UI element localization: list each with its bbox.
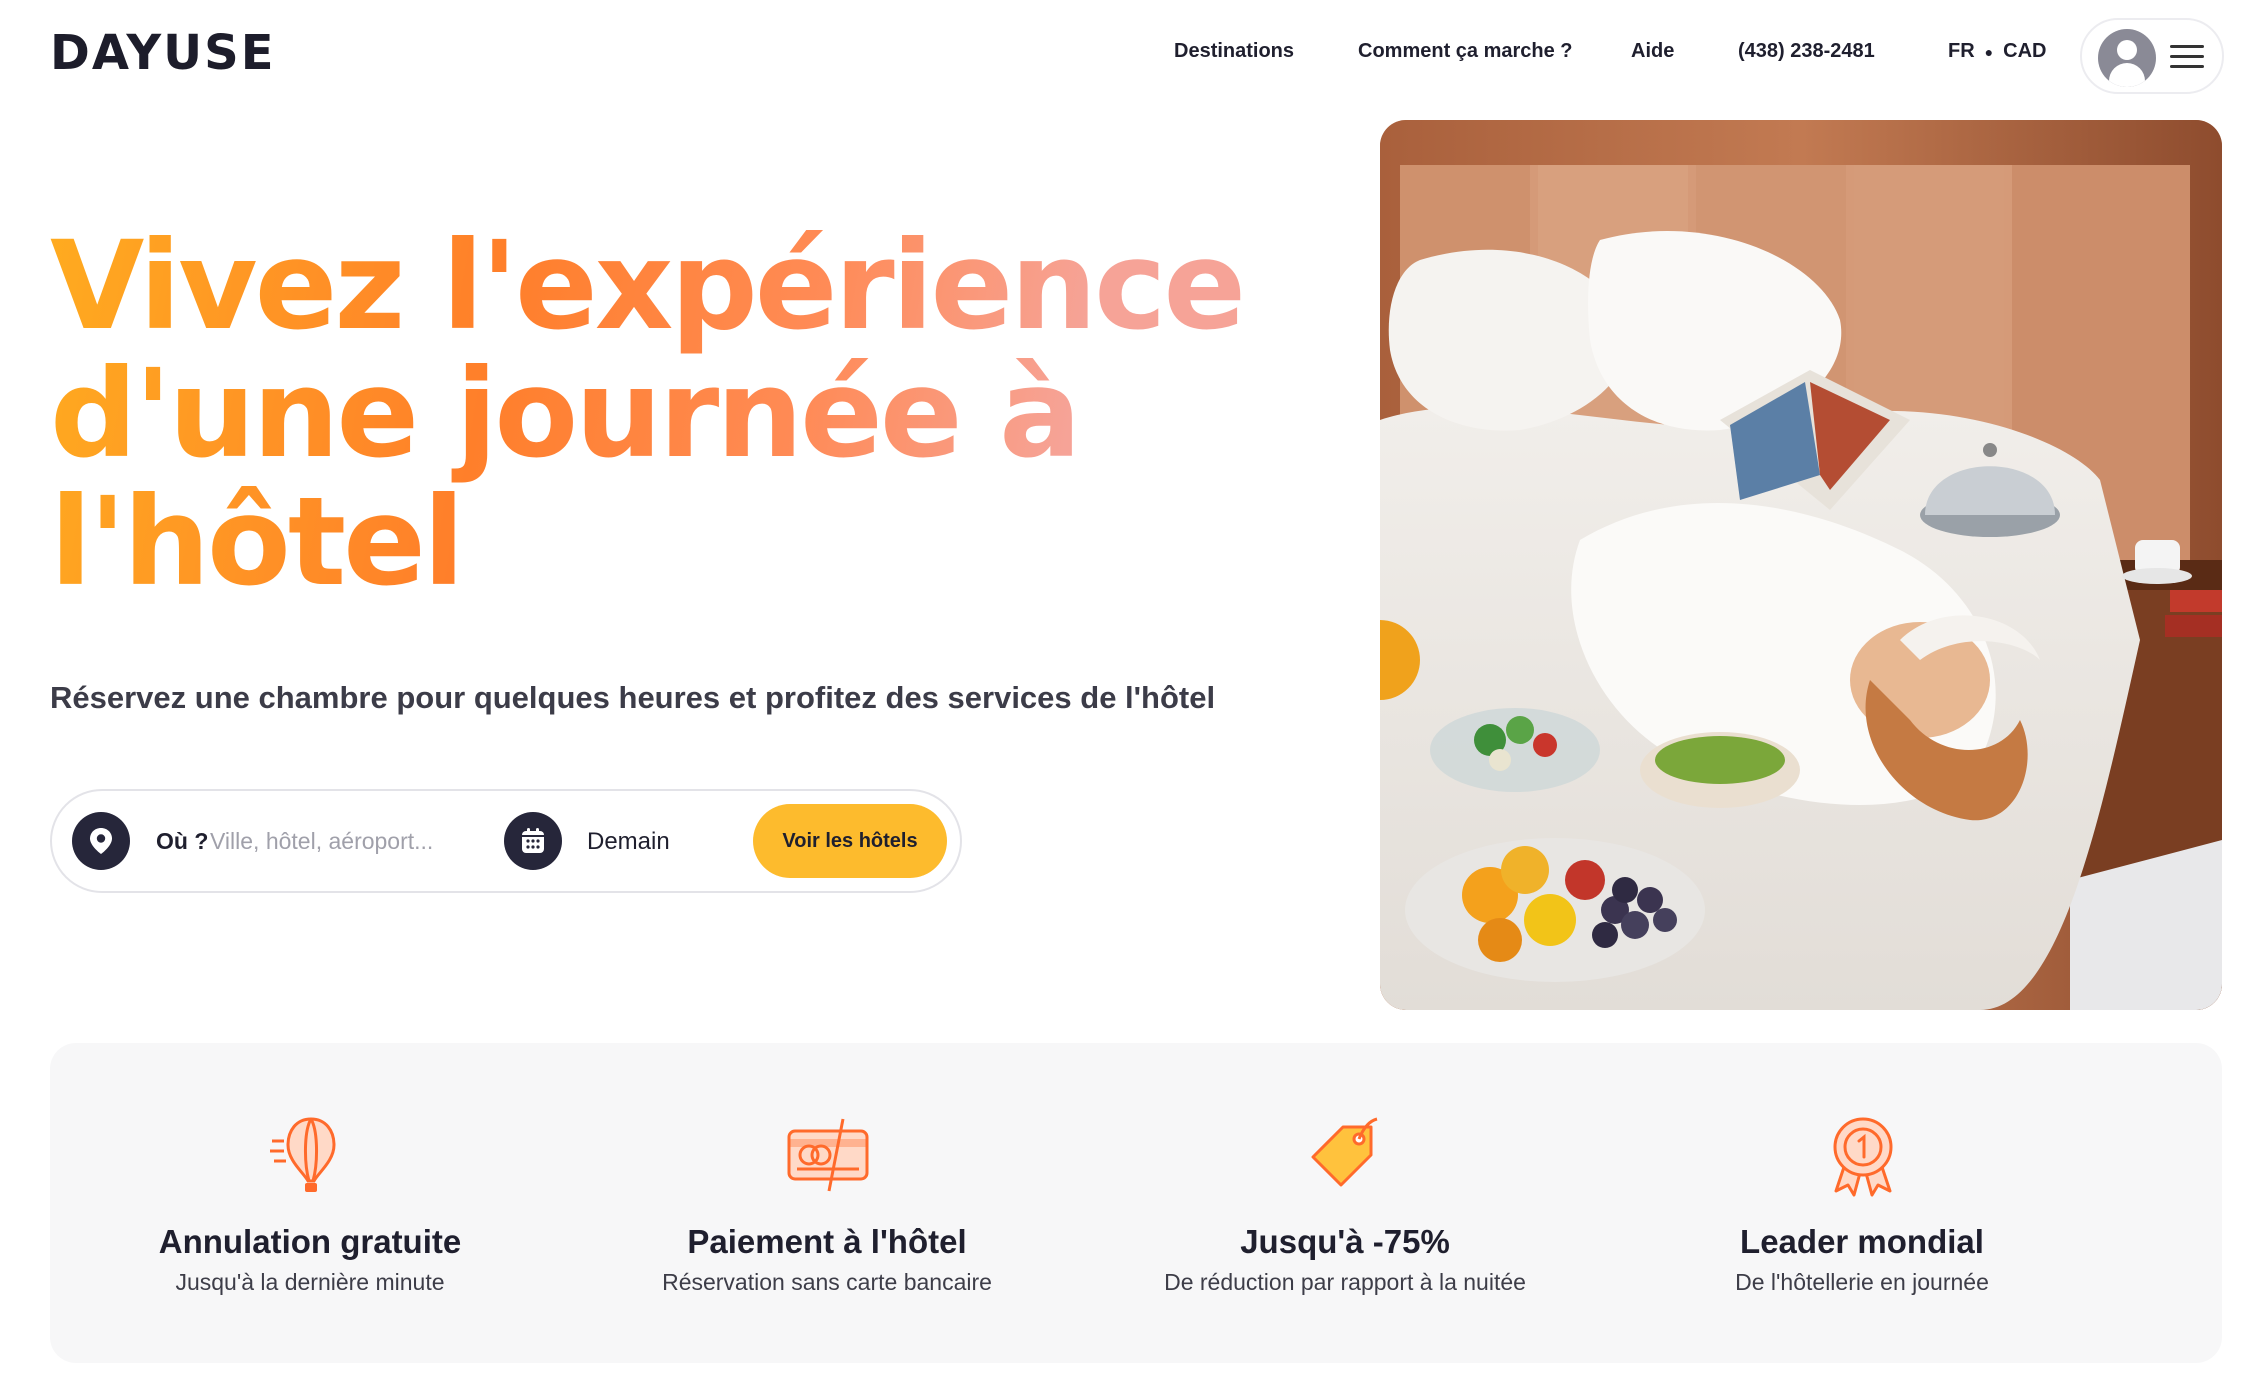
- hot-air-balloon-icon: [270, 1117, 336, 1192]
- feature-free-cancellation: Annulation gratuite Jusqu'à la dernière …: [50, 1043, 570, 1363]
- hero-photo: [1380, 120, 2222, 1010]
- price-tag-icon: [1311, 1117, 1378, 1187]
- dayuse-logo[interactable]: DAYUSE: [50, 25, 276, 81]
- feature-pay-at-hotel: Paiement à l'hôtel Réservation sans cart…: [567, 1043, 1087, 1363]
- language-currency-selector[interactable]: FR ● CAD: [1948, 40, 2046, 63]
- language-label: FR: [1948, 40, 1975, 62]
- nav-link-how-it-works[interactable]: Comment ça marche ?: [1358, 40, 1573, 63]
- search-bar: Où ? Demain Voir les hôtels: [50, 789, 962, 893]
- hamburger-menu-icon: [2170, 45, 2204, 69]
- feature-title: Leader mondial: [1740, 1223, 1984, 1260]
- destination-search-input[interactable]: [210, 821, 470, 861]
- credit-card-icon: [787, 1118, 869, 1192]
- feature-title: Paiement à l'hôtel: [687, 1223, 967, 1260]
- see-hotels-button[interactable]: Voir les hôtels: [753, 804, 947, 878]
- date-selector[interactable]: Demain: [587, 828, 670, 856]
- award-medal-icon: [1833, 1117, 1893, 1197]
- feature-world-leader: Leader mondial De l'hôtellerie en journé…: [1602, 1043, 2122, 1363]
- nav-link-destinations[interactable]: Destinations: [1174, 40, 1294, 63]
- feature-description: De l'hôtellerie en journée: [1735, 1269, 1989, 1295]
- feature-description: Jusqu'à la dernière minute: [175, 1269, 445, 1295]
- map-pin-icon: [72, 812, 130, 870]
- nav-phone-link[interactable]: (438) 238-2481: [1738, 40, 1875, 63]
- where-label: Où ?: [156, 828, 209, 854]
- currency-label: CAD: [2003, 40, 2047, 62]
- hero-subtitle: Réservez une chambre pour quelques heure…: [50, 680, 1216, 715]
- hero-title: Vivez l'expérience d'une journée à l'hôt…: [50, 222, 1300, 606]
- hero-title-line: Vivez l'expérience: [50, 215, 1244, 357]
- feature-description: Réservation sans carte bancaire: [662, 1269, 992, 1295]
- calendar-icon[interactable]: [504, 812, 562, 870]
- logo-text: DAYUSE: [50, 25, 276, 81]
- account-menu-button[interactable]: [2080, 18, 2224, 94]
- hero-title-line: l'hôtel: [50, 471, 462, 613]
- user-avatar-icon: [2098, 29, 2156, 87]
- site-header: DAYUSE Destinations Comment ça marche ? …: [0, 0, 2268, 110]
- separator-dot: ●: [1984, 43, 1994, 60]
- feature-discount: Jusqu'à -75% De réduction par rapport à …: [1085, 1043, 1605, 1363]
- feature-title: Jusqu'à -75%: [1240, 1223, 1450, 1260]
- features-section: Annulation gratuite Jusqu'à la dernière …: [50, 1043, 2222, 1363]
- hero-title-line: d'une journée à: [50, 343, 1079, 485]
- feature-description: De réduction par rapport à la nuitée: [1164, 1269, 1526, 1295]
- feature-title: Annulation gratuite: [158, 1223, 462, 1260]
- nav-link-help[interactable]: Aide: [1631, 40, 1674, 63]
